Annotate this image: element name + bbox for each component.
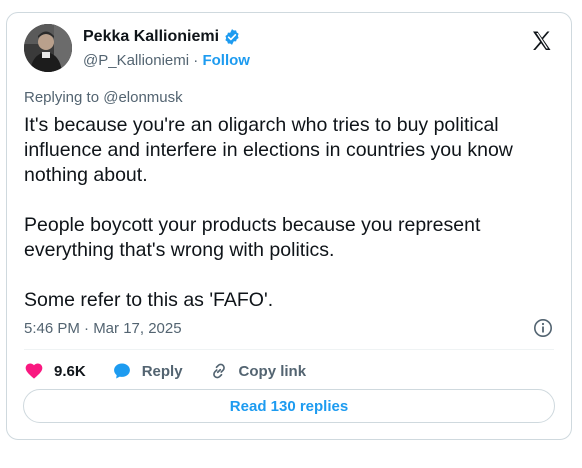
author-name[interactable]: Pekka Kallioniemi: [83, 28, 219, 46]
like-button[interactable]: 9.6K: [24, 361, 86, 381]
reply-bubble-icon: [113, 363, 130, 379]
follow-button[interactable]: Follow: [202, 52, 250, 69]
info-icon[interactable]: [533, 318, 553, 338]
avatar[interactable]: [24, 24, 72, 72]
tweet-card: Pekka Kallioniemi @P_Kallioniemi · Follo…: [6, 12, 572, 440]
like-count: 9.6K: [54, 362, 86, 380]
tweet-text: It's because you're an oligarch who trie…: [24, 113, 554, 313]
copy-link-label: Copy link: [238, 362, 307, 380]
reply-button[interactable]: Reply: [112, 361, 183, 381]
author-name-row: Pekka Kallioniemi: [83, 28, 241, 46]
tweet-timestamp[interactable]: 5:46 PM · Mar 17, 2025: [24, 320, 182, 337]
handle-row: @P_Kallioniemi · Follow: [83, 52, 250, 69]
handle-separator: ·: [193, 52, 199, 69]
author-handle[interactable]: @P_Kallioniemi: [83, 52, 189, 69]
action-bar: 9.6K Reply Copy link: [24, 358, 332, 384]
copy-link-button[interactable]: Copy link: [209, 361, 307, 381]
verified-badge-icon: [223, 28, 241, 46]
x-logo-icon[interactable]: [530, 29, 554, 53]
tweet-paragraph: Some refer to this as 'FAFO'.: [24, 289, 274, 311]
read-replies-button[interactable]: Read 130 replies: [23, 389, 555, 423]
heart-icon: [25, 363, 43, 379]
divider: [24, 349, 554, 350]
tweet-paragraph: People boycott your products because you…: [24, 214, 481, 261]
reply-label: Reply: [141, 362, 183, 380]
replying-to[interactable]: Replying to @elonmusk: [24, 89, 183, 106]
tweet-paragraph: It's because you're an oligarch who trie…: [24, 114, 513, 186]
link-icon: [212, 363, 225, 379]
